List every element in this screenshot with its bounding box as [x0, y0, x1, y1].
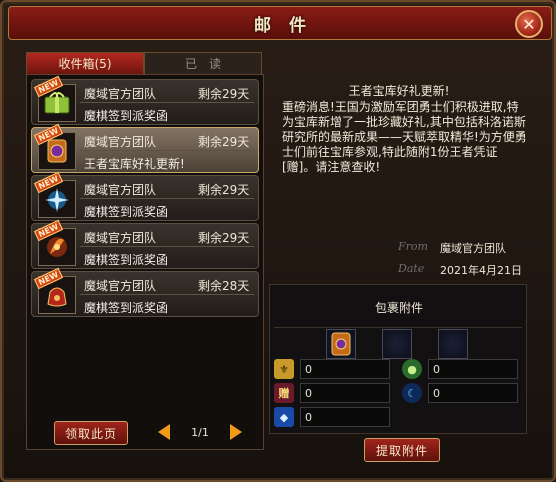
next-page-arrow-icon[interactable]: [229, 424, 242, 440]
reader-subject: 王者宝库好礼更新!: [348, 84, 450, 98]
date-row: Date 2021年4月21日: [398, 262, 522, 278]
attachment-slot[interactable]: [438, 329, 468, 359]
mail-sender: 魔域官方团队: [84, 87, 157, 101]
red-bag-icon: NEW: [33, 267, 76, 314]
sparkle-icon: NEW: [33, 171, 76, 218]
title-bar: 邮件 ✕: [8, 6, 552, 40]
mail-list: NEW 魔域官方团队 剩余29天 魔棋签到派奖函 NEW 魔域官方团队 剩余29…: [26, 74, 264, 450]
mail-remaining: 剩余29天: [198, 87, 250, 101]
claim-page-button[interactable]: 领取此页: [54, 421, 128, 445]
close-button[interactable]: ✕: [515, 10, 543, 38]
resource-value: 0: [428, 383, 518, 403]
resource-gift: 赠 0: [274, 383, 390, 403]
resource-value: 0: [300, 407, 390, 427]
divider: [80, 198, 254, 199]
tab-read[interactable]: 已读: [144, 52, 262, 74]
blue-moon-icon: ☾: [402, 383, 422, 403]
resource-gold: ⚜ 0: [274, 359, 390, 379]
attachment-slot[interactable]: [382, 329, 412, 359]
mail-sender: 魔域官方团队: [84, 135, 157, 149]
resource-value: 0: [428, 359, 518, 379]
treasure-icon: [331, 332, 351, 356]
page-indicator: 1/1: [191, 425, 209, 439]
gold-coin-icon: ⚜: [274, 359, 294, 379]
tab-inbox[interactable]: 收件箱(5): [26, 52, 144, 74]
window-title: 邮件: [254, 15, 324, 36]
mail-remaining: 剩余29天: [198, 183, 250, 197]
green-orb-icon: ●: [402, 359, 422, 379]
mail-sender: 魔域官方团队: [84, 231, 157, 245]
divider: [80, 246, 254, 247]
divider: [80, 294, 254, 295]
pagination: 1/1: [158, 422, 242, 442]
mail-sender: 魔域官方团队: [84, 183, 157, 197]
treasure-icon: NEW: [33, 123, 76, 170]
attachment-panel: 包裹附件 ⚜ 0 ● 0 赠 0 ☾ 0 ◆ 0: [269, 284, 527, 434]
mail-window: 邮件 ✕ 收件箱(5) 已读 NEW 魔域官方团队 剩余29天 魔棋签到派奖函 …: [0, 0, 556, 482]
mail-remaining: 剩余29天: [198, 135, 250, 149]
from-label: From: [398, 240, 428, 253]
resource-value: 0: [300, 359, 390, 379]
resource-gem: ◆ 0: [274, 407, 390, 427]
attachment-slot[interactable]: [326, 329, 356, 359]
attachment-title: 包裹附件: [374, 301, 423, 315]
list-item[interactable]: NEW 魔域官方团队 剩余28天 魔棋签到派奖函: [31, 267, 259, 317]
flame-orb-icon: NEW: [33, 219, 76, 266]
resource-green: ● 0: [402, 359, 518, 379]
divider: [80, 150, 254, 151]
list-item[interactable]: NEW 魔域官方团队 剩余29天 魔棋签到派奖函: [31, 75, 259, 125]
date-value: 2021年4月21日: [440, 264, 522, 277]
divider: [80, 102, 254, 103]
list-item[interactable]: NEW 魔域官方团队 剩余29天 魔棋签到派奖函: [31, 219, 259, 269]
gift-token-icon: 赠: [274, 383, 294, 403]
mail-reader: 王者宝库好礼更新! 重磅消息!王国为激励军团勇士们积极进取,特为宝库新增了一批珍…: [270, 74, 528, 280]
mail-subject: 魔棋签到派奖函: [84, 109, 169, 123]
mail-sender: 魔域官方团队: [84, 279, 157, 293]
mail-subject: 王者宝库好礼更新!: [84, 157, 185, 171]
from-row: From 魔域官方团队: [398, 240, 506, 256]
date-label: Date: [398, 262, 425, 275]
resource-moon: ☾ 0: [402, 383, 518, 403]
list-item[interactable]: NEW 魔域官方团队 剩余29天 王者宝库好礼更新!: [31, 123, 259, 173]
mail-subject: 魔棋签到派奖函: [84, 301, 169, 315]
mail-remaining: 剩余28天: [198, 279, 250, 293]
gift-box-icon: NEW: [33, 75, 76, 122]
blue-gem-icon: ◆: [274, 407, 294, 427]
close-icon: ✕: [522, 14, 536, 34]
mail-remaining: 剩余29天: [198, 231, 250, 245]
list-item[interactable]: NEW 魔域官方团队 剩余29天 魔棋签到派奖函: [31, 171, 259, 221]
divider: [274, 327, 522, 328]
resource-value: 0: [300, 383, 390, 403]
mail-subject: 魔棋签到派奖函: [84, 253, 169, 267]
reader-body: 重磅消息!王国为激励军团勇士们积极进取,特为宝库新增了一批珍藏好礼,其中包括科洛…: [282, 100, 527, 174]
mail-tabs: 收件箱(5) 已读: [26, 52, 262, 74]
mail-subject: 魔棋签到派奖函: [84, 205, 169, 219]
extract-attachment-button[interactable]: 提取附件: [364, 438, 440, 462]
from-value: 魔域官方团队: [440, 242, 506, 255]
prev-page-arrow-icon[interactable]: [158, 424, 170, 440]
